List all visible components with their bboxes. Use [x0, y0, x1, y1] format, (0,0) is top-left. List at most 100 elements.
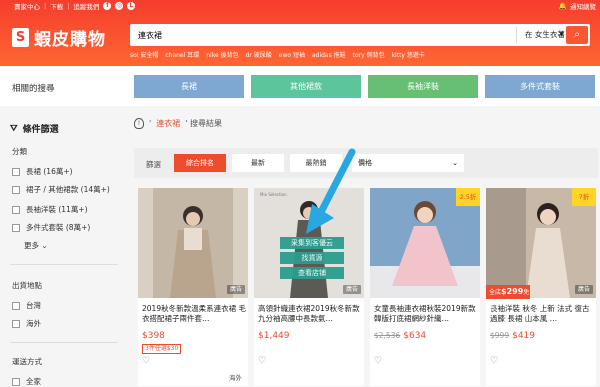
magnifier-icon: ⌕ [574, 29, 580, 40]
checkbox-box[interactable] [12, 167, 20, 176]
checkbox-box[interactable] [12, 319, 20, 328]
heart-icon[interactable]: ♡ [490, 356, 498, 366]
product-name: 高領針織連衣裙2019秋冬新款九分袖高腰中長款氣… [258, 304, 360, 323]
category-checkbox[interactable]: 長袖洋裝 (11萬+) [12, 204, 88, 215]
price-value: $398 [142, 331, 165, 341]
ship-from-checkbox[interactable]: 海外 [12, 318, 41, 329]
follow-label: 追蹤我們 [73, 3, 100, 11]
extension-overlay: 采集到客優云 找貨源 查看店铺 [280, 237, 344, 279]
search-bar: 在 女生衣著▼ ⌕ [130, 24, 590, 46]
search-hint-link[interactable]: tory 側背包 [353, 50, 385, 59]
related-item-long-sleeve-dress[interactable]: 長袖洋裝 [368, 75, 478, 98]
ship-location: 海外 [229, 374, 242, 382]
product-card[interactable]: 2.5折 女童長袖連衣裙秋裝2019新款韓版打底裙網紗針織… $2,536 $63… [370, 188, 480, 386]
original-price: $2,536 [374, 331, 401, 340]
category-checkbox[interactable]: 長裙 (16萬+) [12, 166, 73, 177]
results-quote: ' [149, 119, 152, 128]
collect-button[interactable]: 采集到客優云 [280, 237, 344, 249]
results-heading: ! ' 連衣裙 ' 搜尋結果 [134, 118, 222, 129]
search-hint-link[interactable]: adidas 拖鞋 [312, 50, 346, 59]
category-checkbox[interactable]: 裙子 / 其他裙款 (14萬+) [12, 184, 110, 195]
seller-center-link[interactable]: 賣家中心 [14, 1, 40, 11]
free-shipping-banner: 全店$299免運 [486, 285, 530, 311]
price-value: $419 [512, 331, 535, 341]
search-hint-link[interactable]: sol 安全帽 [130, 50, 158, 59]
sort-latest-button[interactable]: 最新 [232, 154, 284, 172]
price-sort-dropdown[interactable]: 價格 ⌄ [352, 154, 464, 172]
divider [10, 342, 118, 343]
shipping-checkbox[interactable]: 全家 [12, 376, 41, 387]
category-text: 長裙 (16萬+) [26, 167, 73, 176]
notifications-label: 通知總覽 [570, 3, 596, 11]
category-text: 長袖洋裝 (11萬+) [26, 205, 88, 214]
price-value: $1,449 [258, 331, 290, 341]
line-icon[interactable]: L [127, 2, 136, 10]
more-categories-toggle[interactable]: 更多 ⌄ [24, 240, 48, 251]
ship-from-text: 海外 [26, 319, 41, 328]
product-name: 女童長袖連衣裙秋裝2019新款韓版打底裙網紗針織… [374, 304, 476, 323]
product-image[interactable]: 廣告 [138, 188, 248, 298]
annotation-arrow [306, 148, 356, 234]
instagram-icon[interactable]: ◎ [115, 2, 124, 10]
shipping-text: 全家 [26, 377, 41, 386]
search-scope-dropdown[interactable]: 在 女生衣著 ▼ [516, 27, 566, 43]
search-hint-link[interactable]: nike 後背包 [206, 50, 238, 59]
heart-icon[interactable]: ♡ [142, 356, 150, 366]
view-shop-button[interactable]: 查看店铺 [280, 267, 344, 279]
search-hint-link[interactable]: chanel 耳環 [165, 50, 199, 59]
sort-label: 篩選 [146, 160, 161, 169]
promo-prefix: 全店 [489, 289, 502, 296]
find-source-button[interactable]: 找貨源 [280, 252, 344, 264]
discount-badge: 2.5折 [456, 188, 480, 206]
checkbox-box[interactable] [12, 205, 20, 214]
more-label: 更多 [24, 241, 39, 250]
funnel-icon: ⛛ [10, 123, 18, 134]
notifications-link[interactable]: 🔔 通知總覽 [559, 0, 596, 12]
chevron-down-icon: ⌄ [41, 241, 48, 250]
facebook-icon[interactable]: f [103, 2, 112, 10]
filter-title-text: 條件篩選 [22, 125, 59, 135]
search-hint-link[interactable]: ewo 短袖 [279, 50, 305, 59]
product-name: 2019秋冬新款溫柔系連衣裙 毛衣搭配裙子兩件套… [142, 304, 246, 323]
search-input[interactable] [138, 27, 488, 43]
checkbox-box[interactable] [12, 223, 20, 232]
price-label: 價格 [358, 159, 372, 167]
category-text: 多件式套裝 (8萬+) [26, 223, 91, 232]
ad-badge: 廣告 [226, 285, 245, 294]
sort-relevance-button[interactable]: 綜合排名 [174, 154, 226, 172]
heart-icon[interactable]: ♡ [374, 356, 382, 366]
product-image[interactable]: 7折 廣告 [486, 188, 596, 298]
product-card[interactable]: 廣告 2019秋冬新款溫柔系連衣裙 毛衣搭配裙子兩件套… $398 3件任選$3… [138, 188, 248, 386]
related-item-other-skirts[interactable]: 其他裙款 [251, 75, 361, 98]
heart-icon[interactable]: ♡ [258, 356, 266, 366]
product-name: 長袖洋裝 秋冬 上新 法式 復古 過膝 長裙 山本風 … [490, 304, 590, 323]
download-link[interactable]: 下載 [50, 1, 63, 11]
checkbox-box[interactable] [12, 185, 20, 194]
lightbulb-icon: ! [134, 118, 144, 129]
sort-bar: 篩選 綜合排名 最新 最熱銷 價格 ⌄ [134, 148, 598, 178]
top-nav: 賣家中心 | 下載 | 追蹤我們 f ◎ L [14, 0, 136, 12]
category-label: 分類 [12, 147, 27, 156]
promo-value: $299 [501, 287, 524, 296]
shipping-label: 運送方式 [12, 357, 42, 366]
product-photo [138, 188, 248, 298]
related-searches-label: 相關的搜尋 [12, 84, 55, 94]
promo-tag: 3件任選$30 [142, 344, 182, 354]
product-price: $1,449 [258, 331, 290, 341]
related-item-multi-set[interactable]: 多件式套裝 [485, 75, 595, 98]
product-image[interactable]: 2.5折 [370, 188, 480, 298]
search-button[interactable]: ⌕ [566, 26, 588, 44]
product-price: $2,536 $634 [374, 331, 426, 341]
original-price: $999 [490, 331, 510, 340]
checkbox-box[interactable] [12, 377, 20, 386]
shopee-logo[interactable]: S 蝦皮購物 [12, 25, 106, 50]
category-text: 裙子 / 其他裙款 (14萬+) [26, 185, 110, 194]
search-hint-link[interactable]: dr 玻尿酸 [246, 50, 272, 59]
category-checkbox[interactable]: 多件式套裝 (8萬+) [12, 222, 90, 233]
ship-from-checkbox[interactable]: 台灣 [12, 300, 41, 311]
price-value: $634 [403, 331, 427, 341]
search-hint-link[interactable]: kitty 悠遊卡 [392, 50, 425, 59]
related-item-long-skirt[interactable]: 長裙 [134, 75, 244, 98]
checkbox-box[interactable] [12, 301, 20, 310]
ship-from-text: 台灣 [26, 301, 41, 310]
